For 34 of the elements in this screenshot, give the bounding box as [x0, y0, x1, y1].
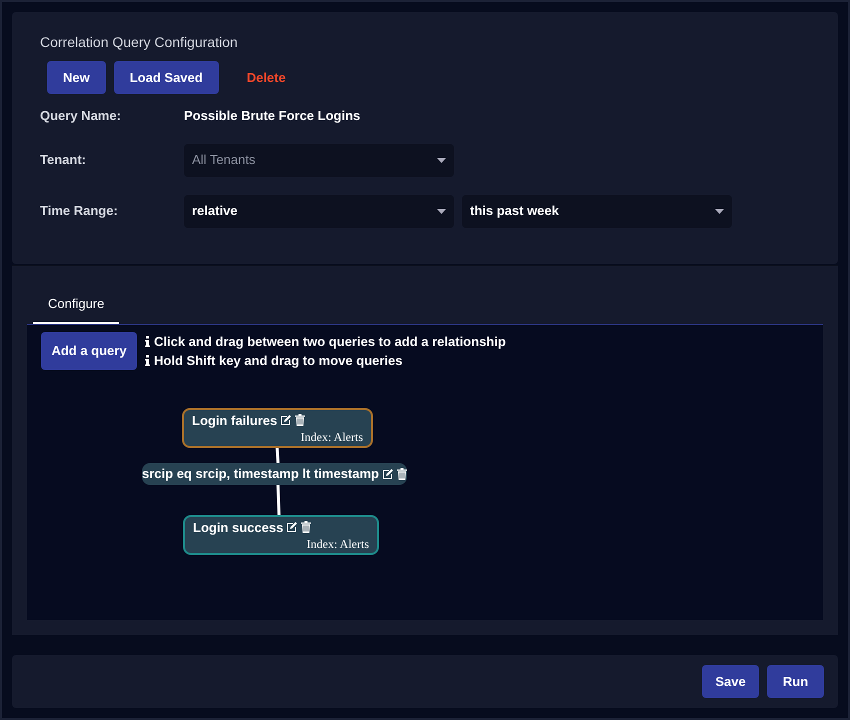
hint-text: Click and drag between two queries to add a relationship — [154, 332, 506, 350]
query-node[interactable]: Login success Index: Alerts — [183, 514, 379, 555]
select-field[interactable]: this past week — [462, 194, 732, 228]
toolbar-button[interactable]: New — [47, 61, 106, 94]
edit-icon[interactable] — [280, 414, 292, 426]
footer-button[interactable]: Save — [702, 664, 759, 698]
field-label: Time Range: — [40, 202, 119, 220]
query-name: Login success — [193, 518, 284, 537]
index-label: Index: Alerts — [300, 430, 363, 444]
toolbar-button[interactable]: Load Saved — [114, 61, 219, 94]
trash-icon[interactable] — [396, 468, 407, 480]
relationship-label[interactable]: srcip eq srcip, timestamp lt timestamp — [142, 462, 407, 484]
hint-text: Hold Shift key and drag to move queries — [154, 352, 402, 370]
section-title: Correlation Query Configuration — [40, 33, 239, 52]
caret-icon — [437, 208, 446, 214]
select-field[interactable]: relative — [184, 194, 454, 228]
caret-icon — [437, 158, 446, 162]
info-icon — [145, 336, 150, 346]
add-query-button[interactable]: Add a query — [41, 332, 137, 370]
delete-button[interactable]: Delete — [226, 61, 306, 94]
query-node[interactable]: Login failures Index: Alerts — [182, 408, 373, 448]
edit-icon[interactable] — [286, 521, 298, 534]
index-label: Index: Alerts — [306, 537, 369, 551]
trash-icon[interactable] — [295, 414, 306, 426]
query-name-value: Possible Brute Force Logins — [184, 107, 360, 125]
footer-button[interactable]: Run — [767, 664, 824, 698]
edit-icon[interactable] — [382, 468, 394, 480]
field-label: Tenant: — [40, 151, 87, 170]
field-label: Query Name: — [40, 107, 122, 125]
query-name: Login failures — [192, 412, 278, 430]
relationship-text: srcip eq srcip, timestamp lt timestamp — [142, 464, 379, 483]
trash-icon[interactable] — [301, 521, 312, 534]
info-icon — [145, 354, 150, 366]
caret-icon — [715, 208, 724, 214]
